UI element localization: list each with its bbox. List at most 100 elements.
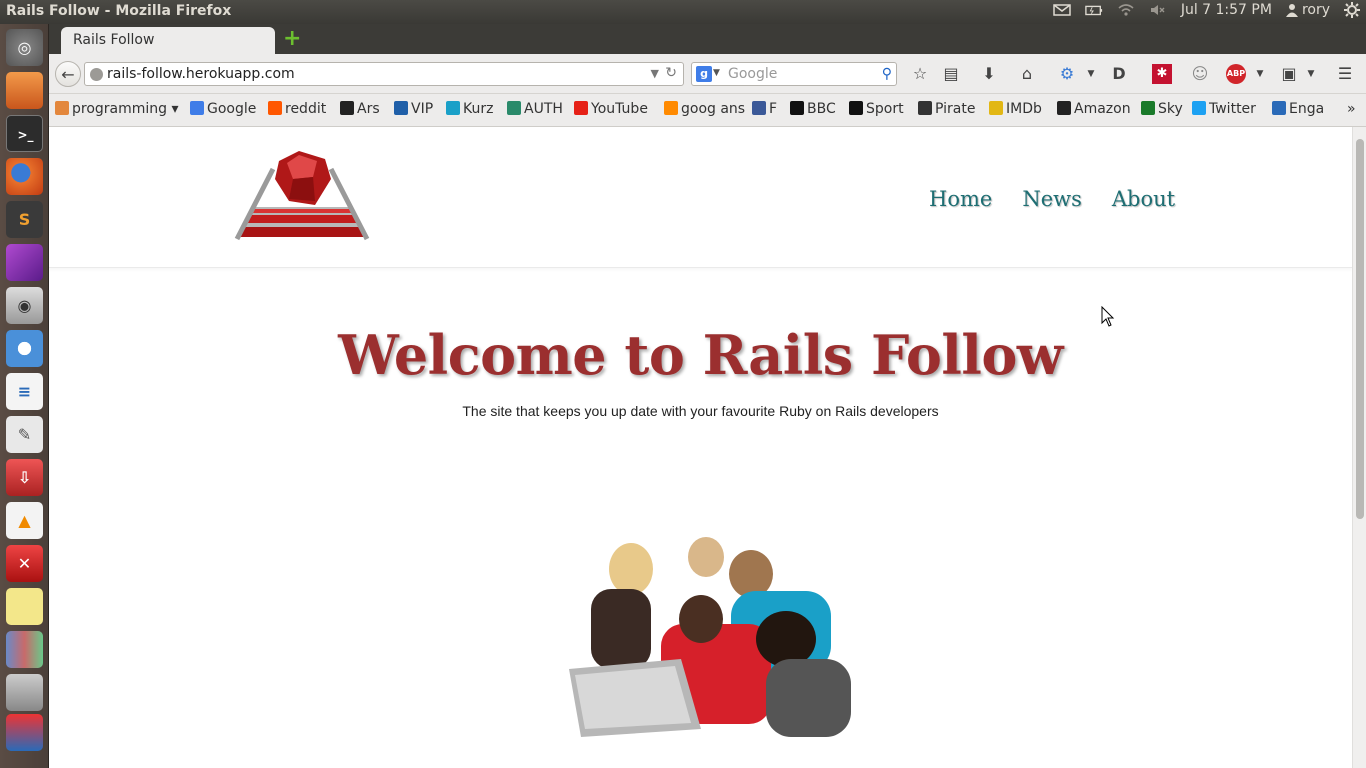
youtube-icon <box>574 101 588 115</box>
page-subtitle: The site that keeps you up date with you… <box>462 403 939 419</box>
google-icon[interactable]: g <box>696 66 712 82</box>
page-scrollbar[interactable] <box>1352 127 1366 768</box>
bookmark-label: VIP <box>411 101 434 117</box>
sky-icon <box>1141 101 1155 115</box>
bookmark-label: Enga <box>1289 101 1325 117</box>
tab-bar: Rails Follow + <box>49 24 1366 54</box>
pirate-icon <box>918 101 932 115</box>
gear-icon[interactable] <box>1344 2 1360 18</box>
bookmark-kurz[interactable]: Kurz <box>446 101 493 117</box>
bookmark-label: BBC <box>807 101 836 117</box>
bookmarks-list-icon[interactable]: ▤ <box>941 64 961 84</box>
bookmark-auth[interactable]: AUTH <box>507 101 563 117</box>
writer-icon[interactable]: ≡ <box>6 373 43 410</box>
bookmark-star-icon[interactable]: ☆ <box>910 64 930 84</box>
extension-d-icon[interactable]: D <box>1109 64 1129 84</box>
greasemonkey-icon[interactable]: ☺ <box>1190 64 1210 84</box>
bookmark-bbc[interactable]: BBC <box>790 101 836 117</box>
installer-icon[interactable]: ⇩ <box>6 459 43 496</box>
window-title: Rails Follow - Mozilla Firefox <box>6 3 232 19</box>
bookmark-label: Twitter <box>1209 101 1256 117</box>
new-tab-icon[interactable]: + <box>283 28 301 50</box>
speaker-app-icon[interactable]: ◉ <box>6 287 43 324</box>
dash-home-icon[interactable]: ◎ <box>6 29 43 66</box>
amazon-icon <box>1057 101 1071 115</box>
programming-icon <box>55 101 69 115</box>
nav-home-link[interactable]: Home <box>929 187 992 211</box>
disk-icon[interactable] <box>6 674 43 711</box>
bookmark-enga[interactable]: Enga <box>1272 101 1324 117</box>
battery-icon[interactable] <box>1085 3 1103 17</box>
notes-icon[interactable] <box>6 588 43 625</box>
tab-rails-follow[interactable]: Rails Follow <box>61 27 275 54</box>
chevron-down-icon[interactable]: ▼ <box>1081 64 1101 84</box>
volume-muted-icon[interactable] <box>1149 3 1167 17</box>
page-title: Welcome to Rails Follow <box>338 323 1063 387</box>
scrollbar-thumb[interactable] <box>1356 139 1364 519</box>
chevron-down-icon[interactable]: ▼ <box>1250 64 1270 84</box>
nav-about-link[interactable]: About <box>1112 187 1175 211</box>
more-bookmarks-icon[interactable]: » <box>1347 101 1356 117</box>
site-nav: Home News About <box>929 187 1175 211</box>
back-arrow-icon: ← <box>61 64 75 84</box>
nav-news-link[interactable]: News <box>1022 187 1082 211</box>
wifi-icon[interactable] <box>1117 3 1135 17</box>
chevron-down-icon[interactable]: ▼ <box>651 67 659 80</box>
bookmark-reddit[interactable]: reddit <box>268 101 326 117</box>
bookmark-imdb[interactable]: IMDb <box>989 101 1042 117</box>
bookmark-youtube[interactable]: YouTube <box>574 101 648 117</box>
facebook-icon <box>752 101 766 115</box>
chevron-down-icon[interactable]: ▼ <box>1301 64 1321 84</box>
bookmark-label: programming <box>72 101 168 117</box>
vlc-icon[interactable]: ▲ <box>6 502 43 539</box>
url-bar[interactable]: rails-follow.herokuapp.com ▼ ↻ <box>84 62 684 86</box>
reddit-icon <box>268 101 282 115</box>
settings-icon[interactable]: ✕ <box>6 545 43 582</box>
home-icon[interactable]: ⌂ <box>1017 64 1037 84</box>
nav-toolbar: ← rails-follow.herokuapp.com ▼ ↻ g ▼ Goo… <box>49 54 1366 94</box>
globe-icon <box>90 68 103 81</box>
bookmark-sky[interactable]: Sky <box>1141 101 1183 117</box>
rails-logo[interactable] <box>233 149 371 243</box>
bookmarks-bar: programming ▾ Google reddit Ars VIP Kurz AUTH Y… <box>49 94 1366 127</box>
bookmark-twitter[interactable]: Twitter <box>1192 101 1256 117</box>
download-icon[interactable]: ⬇ <box>979 64 999 84</box>
imdb-icon <box>989 101 1003 115</box>
adblock-icon[interactable]: ABP <box>1226 64 1246 84</box>
reload-icon[interactable]: ↻ <box>665 65 677 81</box>
extension-icon[interactable]: ⚙ <box>1057 64 1077 84</box>
user-menu[interactable]: rory <box>1285 2 1330 18</box>
mail-icon[interactable] <box>1053 3 1071 17</box>
extension-box-icon[interactable]: ▣ <box>1279 64 1299 84</box>
files-icon[interactable] <box>6 72 43 109</box>
search-input[interactable]: g ▼ Google ⚲ <box>691 62 897 86</box>
chromium-icon[interactable] <box>6 330 43 367</box>
library-icon[interactable] <box>6 631 43 668</box>
bbc-icon <box>790 101 804 115</box>
purple-app-icon[interactable] <box>6 244 43 281</box>
bookmark-programming[interactable]: programming ▾ <box>55 101 179 117</box>
clock-text[interactable]: Jul 7 1:57 PM <box>1181 2 1272 18</box>
twitter-icon <box>1192 101 1206 115</box>
bookmark-ars[interactable]: Ars <box>340 101 380 117</box>
chevron-down-icon[interactable]: ▼ <box>713 68 720 78</box>
menu-icon[interactable]: ☰ <box>1335 64 1355 84</box>
bookmark-facebook[interactable]: F <box>752 101 777 117</box>
sublime-text-icon[interactable]: S <box>6 201 43 238</box>
indicator-area: Jul 7 1:57 PM rory <box>1053 2 1360 18</box>
text-editor-icon[interactable]: ✎ <box>6 416 43 453</box>
lastpass-icon[interactable]: ✱ <box>1152 64 1172 84</box>
bookmark-label: reddit <box>285 101 327 117</box>
app-icon[interactable] <box>6 714 43 751</box>
terminal-icon[interactable]: >_ <box>6 115 43 152</box>
bookmark-amazon[interactable]: Amazon <box>1057 101 1131 117</box>
bookmark-vip[interactable]: VIP <box>394 101 433 117</box>
bookmark-sport[interactable]: Sport <box>849 101 904 117</box>
bookmark-google[interactable]: Google <box>190 101 256 117</box>
bookmark-goog-ans[interactable]: goog ans <box>664 101 745 117</box>
back-button[interactable]: ← <box>55 61 81 87</box>
bookmark-pirate[interactable]: Pirate <box>918 101 975 117</box>
search-icon[interactable]: ⚲ <box>882 66 892 82</box>
bookmark-label: Kurz <box>463 101 494 117</box>
firefox-icon[interactable] <box>6 158 43 195</box>
